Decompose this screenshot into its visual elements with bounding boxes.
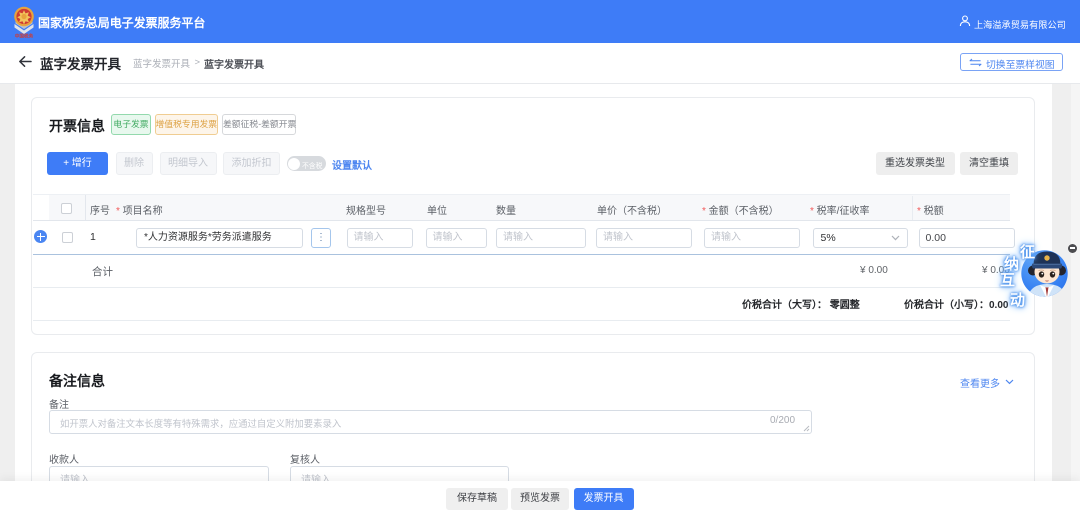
svg-text:中国税务: 中国税务 xyxy=(15,33,34,39)
